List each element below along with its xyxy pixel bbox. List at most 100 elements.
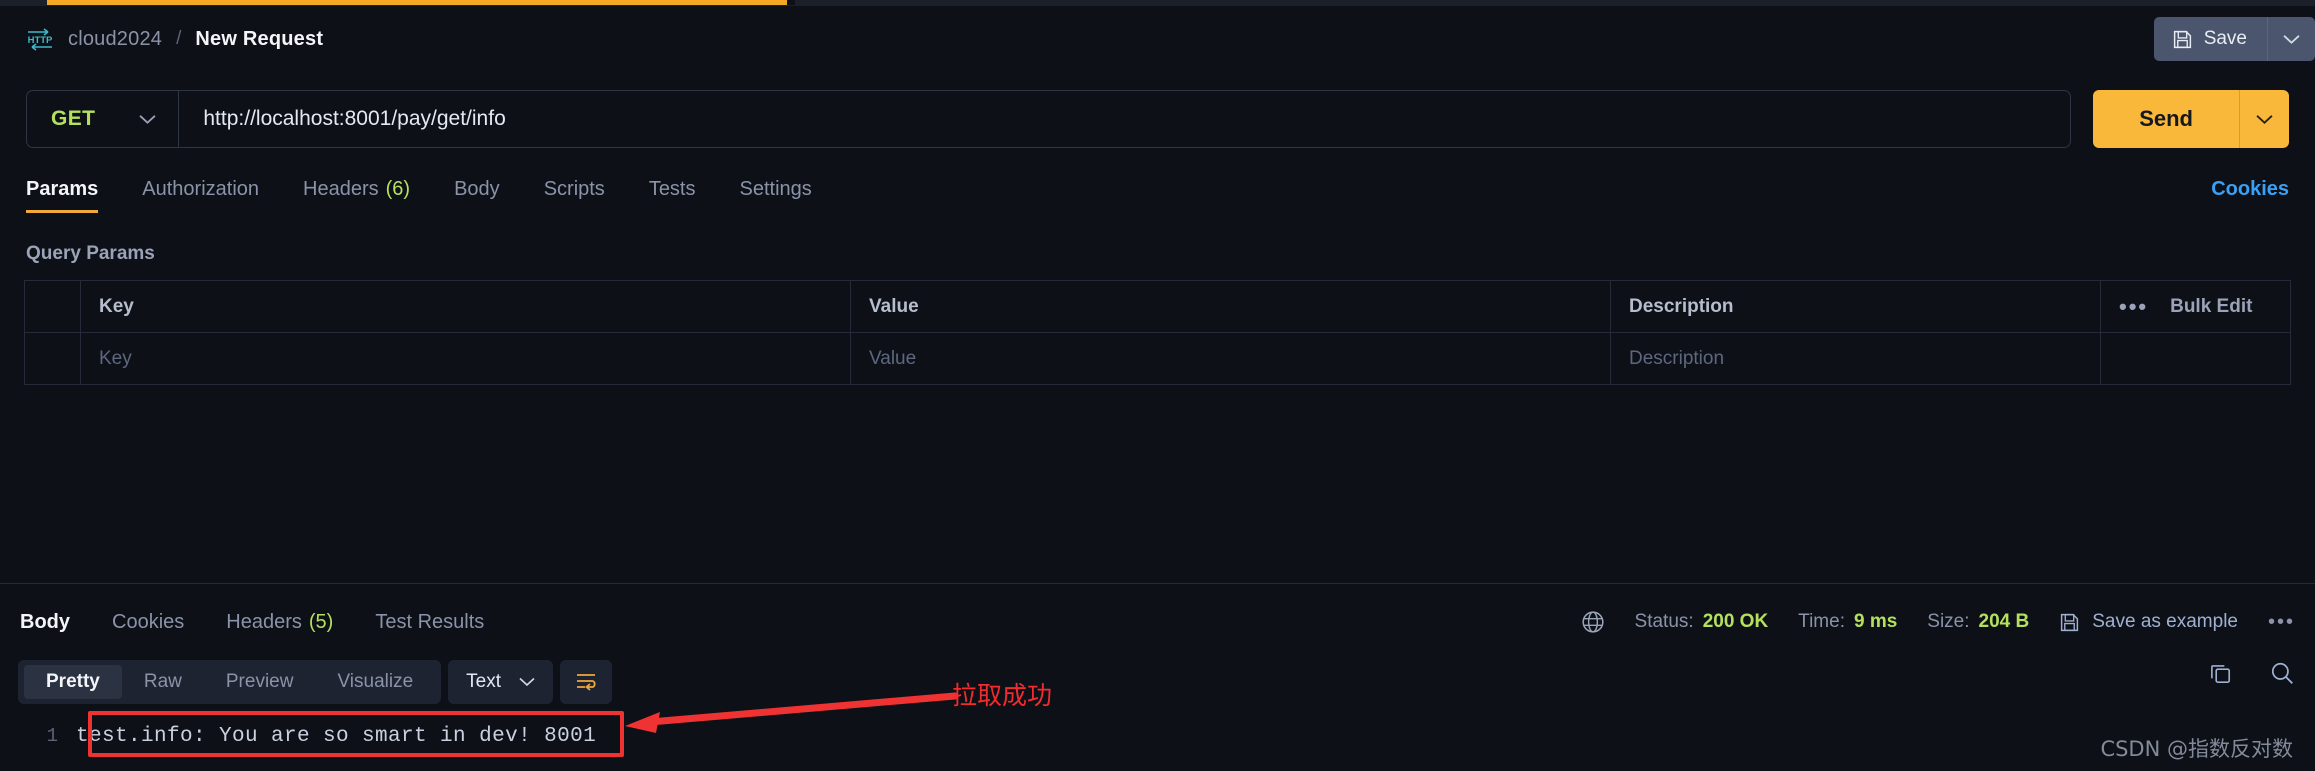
response-tab-test-results[interactable]: Test Results: [375, 611, 484, 634]
time-value: 9 ms: [1853, 611, 1898, 632]
tab-label: Cookies: [112, 610, 185, 633]
method-selector[interactable]: GET: [27, 91, 180, 147]
tab-params[interactable]: Params: [26, 178, 99, 213]
row-checkbox-cell[interactable]: [24, 332, 81, 385]
active-tab-indicator: [47, 0, 787, 5]
watermark: CSDN @指数反对数: [2100, 737, 2293, 761]
query-params-title: Query Params: [26, 243, 155, 264]
send-button[interactable]: Send: [2093, 90, 2239, 148]
column-header-key: Key: [80, 280, 851, 333]
send-button-label: Send: [2139, 106, 2193, 131]
tab-label: Body: [20, 610, 70, 633]
mode-label: Raw: [143, 671, 182, 692]
table-tools-cell: ••• Bulk Edit: [2100, 280, 2291, 333]
tab-headers[interactable]: Headers (6): [303, 178, 410, 213]
response-tab-bar: Body Cookies Headers (5) Test Results Sta…: [0, 598, 2315, 646]
tab-label: Params: [26, 178, 99, 200]
body-viewer-actions: [2207, 660, 2295, 686]
floppy-disk-icon: [2172, 29, 2193, 50]
breadcrumb: HTTP cloud2024 / New Request: [0, 27, 323, 51]
header-actions: Save: [2153, 6, 2315, 72]
time-badge: Time: 9 ms: [1798, 611, 1897, 633]
tab-count: (6): [385, 178, 411, 200]
save-as-example-label: Save as example: [2092, 611, 2238, 632]
chevron-down-icon: [2283, 34, 2300, 45]
url-box: GET: [26, 90, 2072, 148]
view-mode-pretty[interactable]: Pretty: [24, 665, 122, 699]
response-body-code: 1 test.info: You are so smart in dev! 80…: [0, 714, 2315, 758]
wrap-lines-button[interactable]: [560, 660, 613, 704]
table-header-row: Key Value Description ••• Bulk Edit: [24, 280, 2291, 333]
wrap-lines-icon: [574, 671, 598, 693]
tab-scripts[interactable]: Scripts: [544, 178, 605, 213]
floppy-disk-icon: [2059, 612, 2080, 633]
status-badge: Status: 200 OK: [1635, 611, 1769, 633]
http-icon: HTTP: [26, 27, 54, 51]
response-meta: Status: 200 OK Time: 9 ms Size: 204 B Sa…: [1581, 610, 2295, 634]
line-number: 1: [46, 725, 58, 747]
body-viewer-toolbar: Pretty Raw Preview Visualize Text: [18, 660, 613, 704]
annotation-note: 拉取成功: [952, 681, 1053, 710]
select-all-cell[interactable]: [24, 280, 81, 333]
view-mode-raw[interactable]: Raw: [122, 665, 204, 699]
tab-label: Authorization: [142, 178, 260, 200]
save-options-button[interactable]: [2267, 17, 2315, 61]
mode-label: Pretty: [46, 671, 100, 692]
tab-label: Tests: [648, 178, 696, 200]
column-header-description: Description: [1610, 280, 2101, 333]
format-label: Text: [466, 671, 502, 692]
row-description-cell[interactable]: Description: [1610, 332, 2101, 385]
response-divider: [0, 583, 2315, 584]
method-label: GET: [51, 107, 96, 130]
size-badge: Size: 204 B: [1927, 611, 2029, 633]
response-more-icon[interactable]: •••: [2268, 611, 2295, 634]
body-format-selector[interactable]: Text: [448, 660, 554, 704]
postman-window: HTTP cloud2024 / New Request Save GET ht…: [0, 0, 2315, 771]
view-mode-preview[interactable]: Preview: [204, 665, 316, 699]
table-row: Key Value Description: [24, 332, 2291, 385]
save-button[interactable]: Save: [2153, 17, 2267, 61]
tab-body[interactable]: Body: [454, 178, 500, 213]
row-value-cell[interactable]: Value: [850, 332, 1611, 385]
send-options-button[interactable]: [2239, 90, 2289, 148]
size-value: 204 B: [1978, 611, 2030, 632]
mode-label: Preview: [225, 671, 294, 692]
status-value: 200 OK: [1702, 611, 1769, 632]
copy-icon[interactable]: [2207, 660, 2233, 686]
save-as-example-button[interactable]: Save as example: [2059, 611, 2238, 633]
cookies-link[interactable]: Cookies: [2211, 178, 2289, 213]
url-row: GET Send: [0, 88, 2315, 150]
row-key-cell[interactable]: Key: [80, 332, 851, 385]
tab-label: Body: [454, 178, 500, 200]
response-tab-headers[interactable]: Headers (5): [226, 611, 333, 634]
page-title: New Request: [195, 27, 324, 50]
tab-tests[interactable]: Tests: [649, 178, 696, 213]
tab-authorization[interactable]: Authorization: [142, 178, 259, 213]
url-input[interactable]: [179, 91, 2071, 147]
mode-label: Visualize: [337, 671, 414, 692]
tab-label: Test Results: [375, 610, 485, 633]
size-label: Size:: [1927, 611, 1970, 632]
response-tab-cookies[interactable]: Cookies: [112, 611, 184, 634]
tab-settings[interactable]: Settings: [740, 178, 812, 213]
ellipsis-icon[interactable]: •••: [2119, 295, 2148, 317]
status-label: Status:: [1634, 611, 1694, 632]
body-view-mode-group: Pretty Raw Preview Visualize: [18, 660, 442, 704]
tab-label: Headers: [303, 178, 379, 200]
response-tab-body[interactable]: Body: [20, 611, 70, 634]
save-button-label: Save: [2203, 28, 2247, 49]
search-icon[interactable]: [2269, 660, 2295, 686]
tab-count: (5): [308, 610, 334, 633]
query-params-table: Key Value Description ••• Bulk Edit Key …: [24, 280, 2291, 385]
response-body-line: test.info: You are so smart in dev! 8001: [76, 724, 597, 748]
column-header-value: Value: [850, 280, 1611, 333]
row-tools-cell: [2100, 332, 2291, 385]
tab-label: Settings: [739, 178, 812, 200]
breadcrumb-collection[interactable]: cloud2024: [68, 28, 162, 51]
chevron-down-icon: [2256, 114, 2273, 125]
chevron-down-icon: [519, 677, 535, 687]
bulk-edit-button[interactable]: Bulk Edit: [2170, 296, 2252, 318]
tab-gap: [787, 0, 795, 5]
tab-strip-remainder: [795, 0, 2315, 5]
view-mode-visualize[interactable]: Visualize: [315, 665, 435, 699]
